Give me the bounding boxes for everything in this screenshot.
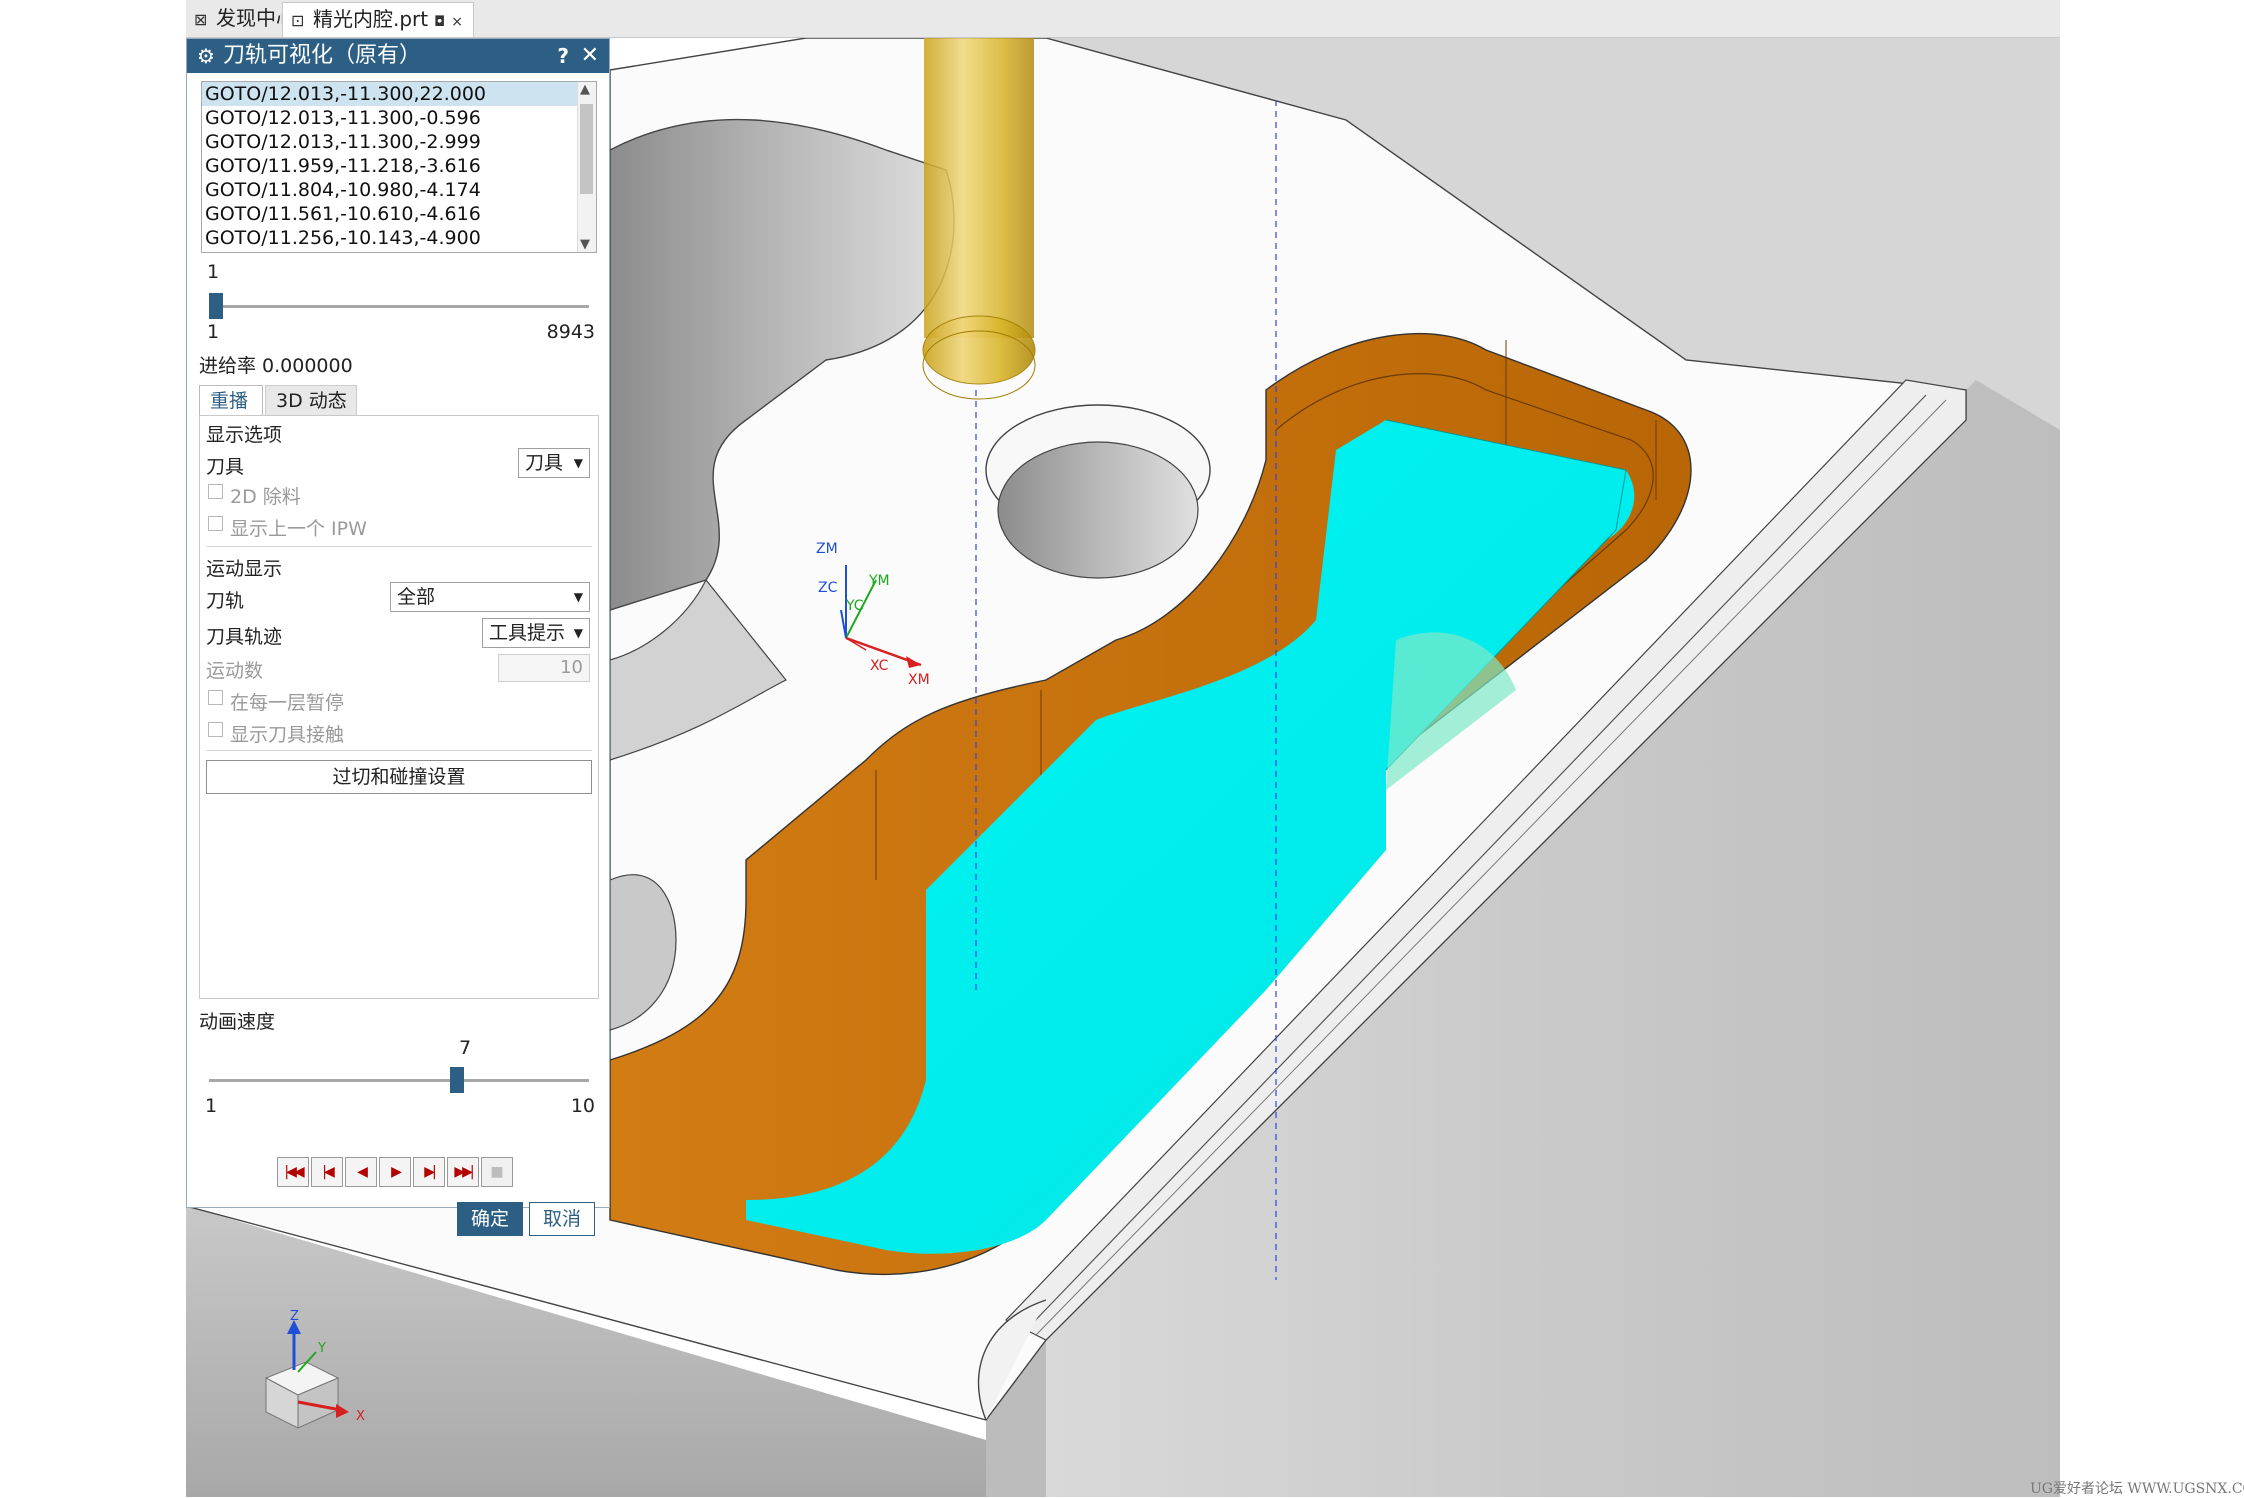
goto-row[interactable]: GOTO/11.561,-10.610,-4.616 — [202, 202, 596, 226]
trace-dropdown-value: 工具提示 — [489, 622, 566, 644]
trace-dropdown[interactable]: 工具提示 ▼ — [482, 618, 590, 648]
motion-slider-max: 8943 — [546, 321, 595, 343]
anim-speed-max: 10 — [570, 1095, 595, 1117]
gouge-collision-settings-button[interactable]: 过切和碰撞设置 — [206, 760, 592, 794]
checkbox-prev-ipw-label: 显示上一个 IPW — [230, 518, 367, 540]
tool-dropdown[interactable]: 刀具 ▼ — [518, 448, 590, 478]
document-tab-bar: ⊠ 发现中心 ⊡ 精光内腔.prt ◘ × — [186, 0, 2060, 38]
wcs-label-zc: ZC — [818, 580, 838, 596]
checkbox-pause-each-level-label: 在每一层暂停 — [230, 692, 345, 714]
replay-panel: 显示选项 刀具 刀具 ▼ 2D 除料 显示上一个 IPW 运动显示 刀轨 全部 ▼ … — [199, 415, 599, 999]
close-tab-icon[interactable]: × — [451, 14, 463, 30]
trace-label: 刀具轨迹 — [206, 626, 283, 648]
cancel-button[interactable]: 取消 — [529, 1202, 595, 1236]
wcs-label-xm: XM — [908, 672, 930, 688]
triad-label-y: Y — [317, 1341, 326, 1356]
tab-replay[interactable]: 重播 — [199, 385, 263, 416]
triad-label-x: X — [356, 1409, 365, 1424]
wcs-label-zm: ZM — [816, 541, 838, 557]
triad-label-z: Z — [290, 1309, 299, 1324]
watermark: UG爱好者论坛 WWW.UGSNX.COM — [2030, 1481, 2244, 1497]
part-file-icon: ⊡ — [291, 11, 305, 30]
milling-tool — [924, 38, 1034, 338]
motion-slider-handle[interactable] — [209, 293, 223, 319]
display-options-heading: 显示选项 — [206, 424, 283, 446]
dialog-title: 刀轨可视化（原有） — [223, 43, 422, 68]
goto-row[interactable]: GOTO/11.959,-11.218,-3.616 — [202, 154, 596, 178]
goto-row[interactable]: GOTO/12.013,-11.300,22.000 — [202, 82, 596, 106]
tab-part-file[interactable]: ⊡ 精光内腔.prt ◘ × — [282, 2, 474, 37]
nx-window: ⊠ 发现中心 ⊡ 精光内腔.prt ◘ × ZM ZC YC YM XC XM … — [186, 0, 2060, 1497]
rewind-to-start-button[interactable]: |◀◀ — [277, 1157, 309, 1187]
anim-speed-min: 1 — [205, 1095, 218, 1117]
checkbox-prev-ipw[interactable] — [208, 516, 223, 531]
step-back-operation-button[interactable]: |◀ — [311, 1157, 343, 1187]
motion-count-label: 运动数 — [206, 660, 264, 682]
divider — [206, 750, 592, 751]
goto-row[interactable]: GOTO/11.256,-10.143,-4.900 — [202, 226, 596, 250]
checkbox-pause-each-level[interactable] — [208, 690, 223, 705]
path-label: 刀轨 — [206, 590, 245, 612]
motion-slider-min: 1 — [207, 321, 220, 343]
pin-icon[interactable]: ◘ — [434, 14, 445, 30]
checkbox-tool-contact[interactable] — [208, 722, 223, 737]
anim-speed-track[interactable] — [209, 1079, 589, 1082]
chevron-down-icon: ▼ — [573, 626, 583, 640]
anim-speed-handle[interactable] — [450, 1067, 464, 1093]
motion-slider-value: 1 — [207, 261, 220, 283]
scroll-up-icon[interactable]: ▲ — [580, 82, 590, 97]
goto-row[interactable]: GOTO/12.013,-11.300,-2.999 — [202, 130, 596, 154]
tool-dropdown-value: 刀具 — [525, 452, 564, 474]
toolpath-visualization-dialog: ⚙ 刀轨可视化（原有） ? ✕ GOTO/12.013,-11.300,22.0… — [186, 38, 610, 1236]
feed-rate-label: 进给率 0.000000 — [199, 355, 353, 377]
bore-hole — [997, 441, 1199, 579]
help-icon[interactable]: ? — [557, 39, 569, 73]
close-icon[interactable]: ✕ — [581, 39, 599, 73]
path-dropdown-value: 全部 — [397, 586, 436, 608]
path-dropdown[interactable]: 全部 ▼ — [390, 582, 590, 612]
scroll-thumb[interactable] — [580, 104, 593, 194]
play-forward-button[interactable]: ▶ — [379, 1157, 411, 1187]
goto-list[interactable]: GOTO/12.013,-11.300,22.000 GOTO/12.013,-… — [201, 81, 597, 253]
motion-slider-track[interactable] — [209, 305, 589, 308]
wcs-label-ym: YM — [868, 573, 890, 589]
checkbox-tool-contact-label: 显示刀具接触 — [230, 724, 345, 746]
discovery-icon: ⊠ — [194, 10, 208, 29]
chevron-down-icon: ▼ — [573, 456, 583, 470]
checkbox-2d-removal[interactable] — [208, 484, 223, 499]
anim-speed-value: 7 — [459, 1037, 472, 1059]
goto-row[interactable]: GOTO/11.804,-10.980,-4.174 — [202, 178, 596, 202]
motion-display-heading: 运动显示 — [206, 558, 283, 580]
dialog-title-bar[interactable]: ⚙ 刀轨可视化（原有） ? ✕ — [187, 39, 609, 73]
scroll-down-icon[interactable]: ▼ — [580, 237, 590, 252]
step-forward-operation-button[interactable]: ▶| — [413, 1157, 445, 1187]
anim-speed-label: 动画速度 — [199, 1011, 276, 1033]
checkbox-2d-removal-label: 2D 除料 — [230, 486, 301, 508]
gear-icon[interactable]: ⚙ — [197, 39, 215, 73]
goto-row[interactable]: GOTO/12.013,-11.300,-0.596 — [202, 106, 596, 130]
ok-button[interactable]: 确定 — [457, 1202, 523, 1236]
step-back-button[interactable]: ◀ — [345, 1157, 377, 1187]
tool-label: 刀具 — [206, 456, 245, 478]
wcs-label-xc: XC — [870, 658, 889, 674]
list-scrollbar[interactable]: ▲ ▼ — [577, 82, 596, 252]
motion-count-field[interactable]: 10 — [498, 654, 590, 682]
wcs-label-yc: YC — [845, 598, 864, 614]
chevron-down-icon: ▼ — [573, 590, 583, 604]
fast-forward-button[interactable]: ▶▶| — [447, 1157, 479, 1187]
tab-label: 精光内腔.prt — [313, 7, 429, 31]
tab-3d-dynamic[interactable]: 3D 动态 — [265, 385, 357, 415]
divider — [206, 546, 592, 547]
stop-button[interactable]: ■ — [481, 1157, 513, 1187]
